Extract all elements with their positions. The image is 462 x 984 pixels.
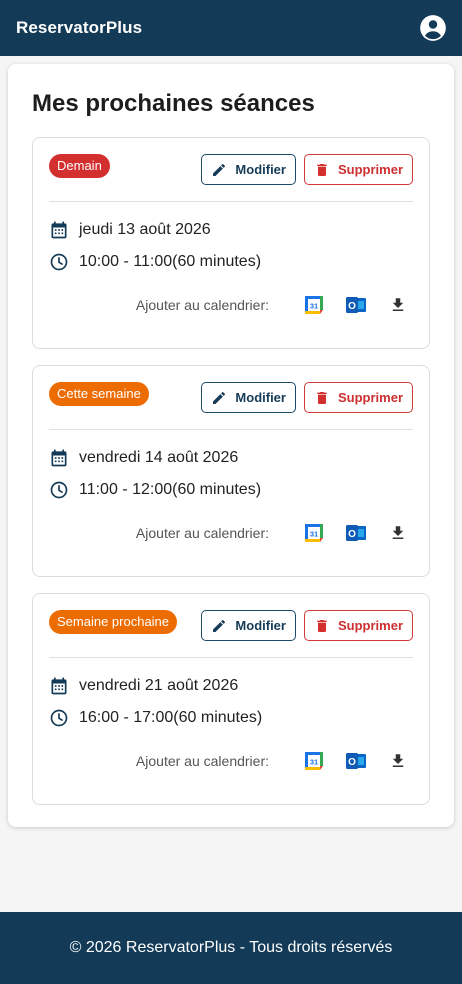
download-ics-button[interactable] <box>387 294 409 316</box>
session-badge: Demain <box>49 154 110 178</box>
pencil-icon <box>213 391 226 404</box>
delete-button[interactable]: Supprimer <box>303 382 413 413</box>
outlook-calendar-button[interactable]: O <box>345 522 367 544</box>
calendar-icon <box>51 221 67 239</box>
clock-icon <box>50 481 68 499</box>
session-date: jeudi 13 août 2026 <box>79 221 211 238</box>
edit-button[interactable]: Modifier <box>201 610 296 641</box>
edit-button-label: Modifier <box>235 618 286 633</box>
outlook-calendar-button[interactable]: O <box>345 294 367 316</box>
edit-button[interactable]: Modifier <box>201 382 296 413</box>
session-badge: Semaine prochaine <box>49 610 178 634</box>
outlook-icon: O <box>346 525 366 541</box>
trash-icon <box>317 163 327 176</box>
session-card: Cette semaine Modifier Supprimer vendred… <box>32 365 430 577</box>
edit-button-label: Modifier <box>235 162 286 177</box>
google-calendar-icon: 31 <box>305 752 323 770</box>
session-card: Semaine prochaine Modifier Supprimer ven… <box>32 593 430 805</box>
clock-icon <box>50 709 68 727</box>
clock-icon <box>50 253 68 271</box>
delete-button-label: Supprimer <box>337 618 403 633</box>
download-icon <box>392 526 404 539</box>
svg-text:31: 31 <box>310 302 318 311</box>
add-to-calendar-row: Ajouter au calendrier: 31 O <box>136 294 409 316</box>
add-to-calendar-label: Ajouter au calendrier: <box>135 753 269 769</box>
session-date: vendredi 21 août 2026 <box>79 677 239 694</box>
calendar-icon <box>51 677 67 695</box>
google-calendar-button[interactable]: 31 <box>303 294 325 316</box>
session-date-row: vendredi 21 août 2026 <box>49 676 238 696</box>
session-time-row: 16:00 - 17:00(60 minutes) <box>49 708 262 728</box>
google-calendar-button[interactable]: 31 <box>303 522 325 544</box>
outlook-icon: O <box>346 297 366 313</box>
svg-text:31: 31 <box>310 758 318 767</box>
delete-button-label: Supprimer <box>337 162 403 177</box>
session-time: 10:00 - 11:00(60 minutes) <box>79 253 262 270</box>
app-footer: © 2026 ReservatorPlus - Tous droits rése… <box>0 912 462 984</box>
svg-text:31: 31 <box>310 530 318 539</box>
session-date-row: jeudi 13 août 2026 <box>49 220 211 240</box>
session-date: vendredi 14 août 2026 <box>79 449 239 466</box>
page-title: Mes prochaines séances <box>32 90 315 117</box>
trash-icon <box>317 391 327 404</box>
delete-button-label: Supprimer <box>337 390 403 405</box>
svg-text:O: O <box>348 757 356 768</box>
add-to-calendar-row: Ajouter au calendrier: 31 O <box>136 522 409 544</box>
add-to-calendar-row: Ajouter au calendrier: 31 O <box>136 750 409 772</box>
account-button[interactable] <box>418 13 448 43</box>
footer-copyright: © 2026 ReservatorPlus - Tous droits rése… <box>69 939 393 956</box>
add-to-calendar-label: Ajouter au calendrier: <box>135 525 269 541</box>
session-badge: Cette semaine <box>49 382 149 406</box>
pencil-icon <box>213 619 226 632</box>
card-divider <box>49 657 413 658</box>
google-calendar-icon: 31 <box>305 524 323 542</box>
edit-button-label: Modifier <box>235 390 286 405</box>
session-actions: Modifier Supprimer <box>201 610 413 641</box>
brand-name[interactable]: ReservatorPlus <box>16 18 142 38</box>
session-time-row: 11:00 - 12:00(60 minutes) <box>49 480 261 500</box>
google-calendar-icon: 31 <box>305 296 323 314</box>
edit-button[interactable]: Modifier <box>201 154 296 185</box>
calendar-icon <box>51 449 67 467</box>
svg-text:O: O <box>348 301 356 312</box>
session-date-row: vendredi 14 août 2026 <box>49 448 238 468</box>
google-calendar-button[interactable]: 31 <box>303 750 325 772</box>
session-time-row: 10:00 - 11:00(60 minutes) <box>49 252 261 272</box>
trash-icon <box>317 619 327 632</box>
delete-button[interactable]: Supprimer <box>303 610 413 641</box>
download-ics-button[interactable] <box>387 750 409 772</box>
card-divider <box>49 429 413 430</box>
download-icon <box>392 298 404 311</box>
download-ics-button[interactable] <box>387 522 409 544</box>
outlook-icon: O <box>346 753 366 769</box>
session-time: 11:00 - 12:00(60 minutes) <box>79 481 262 498</box>
card-divider <box>49 201 413 202</box>
session-card: Demain Modifier Supprimer jeudi 13 août … <box>32 137 430 349</box>
app-header: ReservatorPlus <box>0 0 462 56</box>
add-to-calendar-label: Ajouter au calendrier: <box>135 297 269 313</box>
delete-button[interactable]: Supprimer <box>303 154 413 185</box>
download-icon <box>392 754 404 767</box>
pencil-icon <box>213 163 226 176</box>
svg-text:O: O <box>348 529 356 540</box>
session-time: 16:00 - 17:00(60 minutes) <box>79 709 263 726</box>
session-actions: Modifier Supprimer <box>201 382 413 413</box>
account-circle-icon <box>420 15 446 41</box>
outlook-calendar-button[interactable]: O <box>345 750 367 772</box>
session-actions: Modifier Supprimer <box>201 154 413 185</box>
